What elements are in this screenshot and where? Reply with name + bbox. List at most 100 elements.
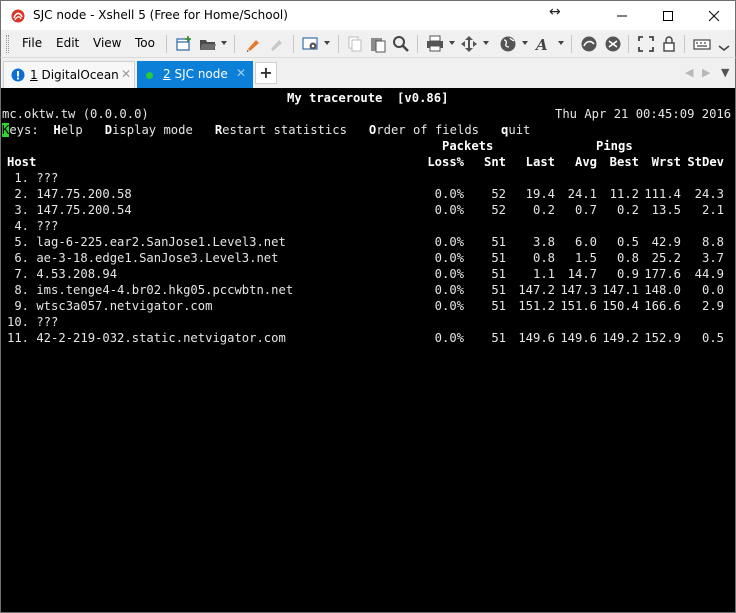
hop-snt: 51 [491, 299, 506, 313]
new-session-icon[interactable] [175, 35, 193, 53]
tab-sjc-node[interactable]: 2 SJC node ✕ [137, 61, 253, 88]
hop-snt: 51 [491, 283, 506, 297]
globe-icon[interactable] [499, 35, 517, 53]
session-tab-bar: 1 DigitalOcean ✕ 2 SJC node ✕ + ◀ ▶ ▼ [0, 58, 736, 88]
menu-edit[interactable]: Edit [56, 36, 79, 50]
key-help-label: elp [60, 123, 105, 137]
pings-group-header: Pings [596, 139, 633, 153]
xshell-app-icon[interactable] [10, 8, 26, 24]
fullscreen-icon[interactable] [637, 35, 655, 53]
hop-snt [466, 170, 506, 186]
disconnected-error-icon [11, 68, 25, 82]
toolbar-grip[interactable] [6, 35, 9, 53]
lock-icon[interactable] [660, 35, 678, 53]
tab-label: 1 DigitalOcean [30, 68, 119, 82]
xftp-icon[interactable] [580, 35, 598, 53]
menu-toolbar: File Edit View Too A [0, 30, 736, 58]
print-icon[interactable] [426, 35, 444, 53]
toolbar-separator [571, 35, 572, 53]
hop-stdev: 2.1 [701, 203, 724, 217]
globe-dropdown-icon[interactable] [522, 41, 528, 45]
maximize-icon [663, 11, 673, 21]
open-folder-icon[interactable] [199, 35, 217, 53]
hop-snt: 52 [491, 203, 506, 217]
font-dropdown-icon[interactable] [558, 41, 564, 45]
title-bar: SJC node - Xshell 5 (Free for Home/Schoo… [0, 0, 736, 30]
keyboard-icon[interactable] [693, 35, 711, 53]
paste-icon[interactable] [369, 35, 387, 53]
resize-cursor-icon: ↔ [549, 4, 561, 20]
hop-host: 9. wtsc3a057.netvigator.com [7, 299, 213, 313]
hop-host: 4. ??? [7, 219, 59, 233]
menu-view[interactable]: View [93, 36, 121, 50]
toolbar-separator [417, 35, 418, 53]
toolbar-separator [293, 35, 294, 53]
tab-close-icon[interactable]: ✕ [236, 66, 246, 80]
hop-snt: 51 [491, 251, 506, 265]
hop-host: 11. 42-2-219-032.static.netvigator.com [7, 331, 286, 345]
font-icon[interactable]: A [534, 35, 552, 53]
hop-host: 10. ??? [7, 315, 59, 329]
mtr-datetime: Thu Apr 21 00:45:09 2016 [555, 107, 732, 121]
print-dropdown-icon[interactable] [449, 41, 455, 45]
find-icon[interactable] [392, 35, 410, 53]
hop-stdev: 0.0 [701, 283, 724, 297]
hop-snt: 51 [491, 267, 506, 281]
highlighter-icon[interactable] [244, 35, 262, 53]
hop-loss: 0.0% [434, 251, 464, 265]
key-display: D [104, 123, 113, 137]
hop-snt [466, 314, 506, 330]
key-order-label: rder of fields [376, 123, 502, 137]
connected-status-icon [146, 72, 153, 79]
tab-title: SJC node [174, 67, 228, 81]
hop-snt [466, 218, 506, 234]
hop-host: 8. ims.tenge4-4.br02.hkg05.pccwbtn.net [7, 283, 294, 297]
eraser-icon[interactable] [267, 35, 285, 53]
options-icon[interactable] [717, 35, 731, 53]
hop-stdev [674, 218, 724, 234]
window-title: SJC node - Xshell 5 (Free for Home/Schoo… [33, 8, 288, 22]
tab-scroll-left-icon[interactable]: ◀ [685, 66, 693, 79]
transfer-dropdown-icon[interactable] [483, 41, 489, 45]
tab-title: DigitalOcean [41, 68, 119, 82]
hop-stdev: 2.9 [701, 299, 724, 313]
terminal-screen[interactable]: My traceroute [v0.86] mc.oktw.tw (0.0.0.… [0, 88, 736, 613]
column-header-host: Host [7, 155, 37, 169]
tab-scroll-right-icon[interactable]: ▶ [702, 66, 710, 79]
hop-stdev: 24.3 [694, 187, 724, 201]
packets-group-header: Packets [442, 139, 494, 153]
toolbar-separator [166, 35, 167, 53]
open-dropdown-icon[interactable] [221, 41, 227, 45]
new-tab-button[interactable]: + [255, 62, 277, 84]
maximize-button[interactable] [645, 1, 691, 31]
hop-stdev: 44.9 [694, 267, 724, 281]
copy-icon[interactable] [346, 35, 364, 53]
xmanager-icon[interactable] [604, 35, 622, 53]
tab-close-icon[interactable]: ✕ [121, 67, 131, 81]
tab-list-menu-icon[interactable]: ▼ [721, 66, 729, 79]
hop-loss: 0.0% [434, 299, 464, 313]
hop-loss: 0.0% [434, 203, 464, 217]
key-help: H [53, 123, 61, 137]
column-header-loss: Loss% [427, 155, 464, 169]
minimize-button[interactable] [599, 1, 645, 31]
hop-snt: 51 [491, 235, 506, 249]
mtr-keys-line: Keys: Help Display mode Restart statisti… [2, 122, 530, 138]
hop-stdev: 0.5 [701, 331, 724, 345]
tab-digitalocean[interactable]: 1 DigitalOcean ✕ [3, 61, 135, 88]
key-restart-label: estart statistics [222, 123, 369, 137]
toolbar-separator [684, 35, 685, 53]
transfer-icon[interactable] [460, 35, 478, 53]
hop-loss [404, 218, 464, 234]
properties-dropdown-icon[interactable] [324, 41, 330, 45]
menu-tools[interactable]: Too [135, 36, 155, 50]
hop-host: 6. ae-3-18.edge1.SanJose3.Level3.net [7, 251, 279, 265]
close-button[interactable] [691, 1, 736, 31]
hop-snt: 52 [491, 187, 506, 201]
minimize-icon [617, 15, 627, 17]
tab-label: 2 SJC node [163, 67, 228, 81]
mtr-host-line: mc.oktw.tw (0.0.0.0) [2, 107, 149, 121]
properties-icon[interactable] [302, 35, 320, 53]
menu-file[interactable]: File [22, 36, 42, 50]
hop-stdev [674, 314, 724, 330]
